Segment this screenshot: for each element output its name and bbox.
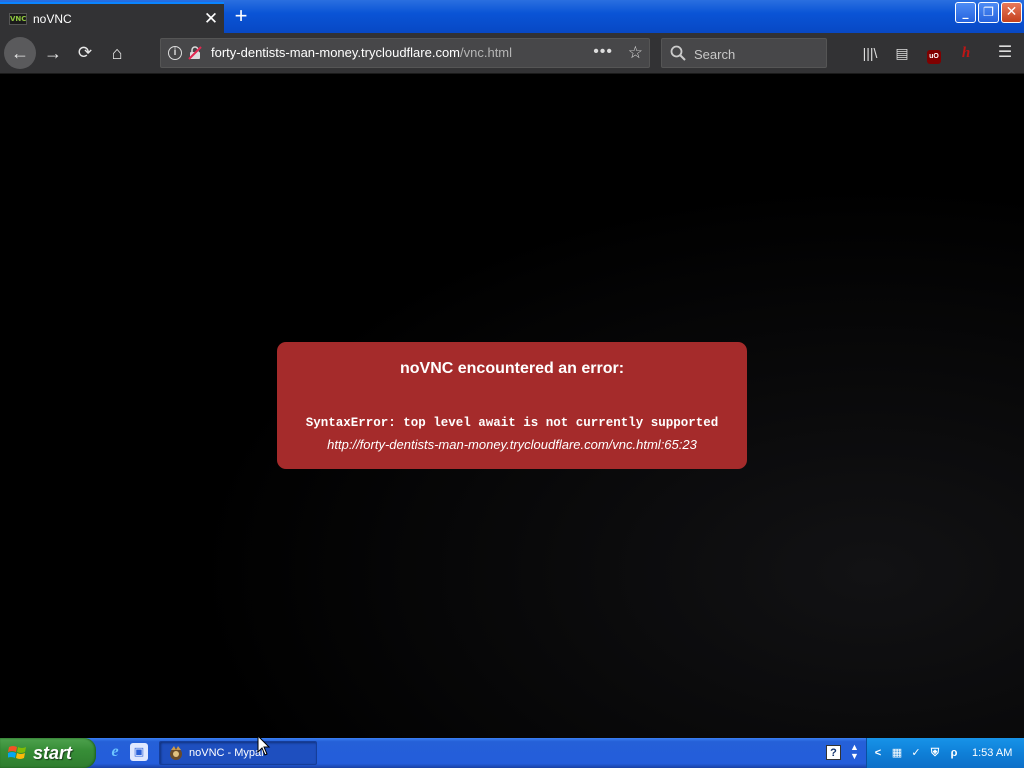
tab-title: noVNC (33, 11, 72, 26)
restore-button[interactable]: ❐ (978, 2, 999, 23)
new-tab-button[interactable]: + (229, 5, 253, 27)
forward-button[interactable]: → (38, 38, 68, 68)
security-shield-icon[interactable]: ⛨ (927, 745, 943, 761)
tab-novnc[interactable]: VNC noVNC ✕ (0, 2, 224, 33)
show-desktop-icon[interactable]: ▣ (130, 743, 148, 761)
search-tray-icon[interactable]: ρ (946, 745, 962, 761)
clock: 1:53 AM (972, 747, 1013, 759)
browser-titlebar: VNC noVNC ✕ + _ ❐ ✕ (0, 0, 1024, 33)
ublock-origin-icon[interactable]: uO (924, 43, 944, 64)
quick-launch: e ▣ (106, 743, 148, 761)
sidebar-toggle-icon[interactable]: ▤ (892, 43, 912, 63)
insecure-lock-icon[interactable] (188, 46, 202, 60)
window-controls: _ ❐ ✕ (955, 2, 1022, 23)
url-bar[interactable]: i forty-dentists-man-money.trycloudflare… (160, 38, 650, 68)
start-label: start (33, 742, 73, 763)
search-input[interactable] (692, 42, 826, 66)
hamburger-menu-icon[interactable]: ☰ (995, 43, 1015, 63)
search-icon (670, 45, 686, 61)
internet-explorer-icon[interactable]: e (106, 743, 124, 761)
taskbar: start e ▣ noVNC - Mypal ? ▲ ▼ < ▦ ✓ ⛨ ρ 1… (0, 738, 1024, 768)
error-dialog: noVNC encountered an error: SyntaxError:… (277, 342, 747, 469)
desktop-screen: VNC noVNC ✕ + _ ❐ ✕ ← → ⟳ ⌂ i forty-dent… (0, 0, 1024, 768)
url-text[interactable]: forty-dentists-man-money.trycloudflare.c… (211, 39, 512, 67)
network-icon[interactable]: ▦ (889, 745, 905, 761)
checkmark-icon[interactable]: ✓ (908, 745, 924, 761)
minimize-button[interactable]: _ (955, 2, 976, 23)
tray-arrow-icon[interactable]: < (870, 745, 886, 761)
novnc-favicon-icon: VNC (9, 12, 27, 25)
mypal-browser-icon (170, 746, 182, 760)
navigation-toolbar: ← → ⟳ ⌂ i forty-dentists-man-money.trycl… (0, 33, 1024, 74)
extension-h-icon[interactable]: h (956, 43, 976, 63)
url-host: forty-dentists-man-money.trycloudflare.c… (211, 45, 461, 60)
home-button[interactable]: ⌂ (102, 38, 132, 68)
system-tray: < ▦ ✓ ⛨ ρ 1:53 AM (866, 738, 1024, 768)
site-info-icon[interactable]: i (168, 46, 182, 60)
tab-close-icon[interactable]: ✕ (198, 10, 224, 27)
page-actions-icon[interactable]: ••• (593, 39, 613, 65)
error-title: noVNC encountered an error: (399, 360, 625, 377)
taskbar-item-label: noVNC - Mypal (189, 747, 264, 759)
library-icon[interactable]: |||\ (860, 43, 880, 63)
tray-expand-icon[interactable]: ▲ ▼ (850, 743, 859, 761)
page-content: noVNC encountered an error: SyntaxError:… (0, 74, 1024, 738)
mouse-cursor-icon (257, 735, 271, 756)
error-location: http://forty-dentists-man-money.trycloud… (327, 437, 697, 452)
error-message: SyntaxError: top level await is not curr… (305, 416, 719, 430)
back-button[interactable]: ← (4, 37, 36, 69)
taskbar-item-novnc[interactable]: noVNC - Mypal (159, 741, 317, 765)
help-icon[interactable]: ? (826, 745, 841, 760)
reload-button[interactable]: ⟳ (70, 38, 100, 68)
bookmark-star-icon[interactable]: ☆ (628, 39, 643, 67)
start-button[interactable]: start (0, 738, 96, 768)
windows-logo-icon (8, 746, 26, 759)
search-bar[interactable] (661, 38, 827, 68)
url-path: /vnc.html (460, 45, 513, 60)
close-window-button[interactable]: ✕ (1001, 2, 1022, 23)
ublock-badge: uO (927, 50, 941, 64)
